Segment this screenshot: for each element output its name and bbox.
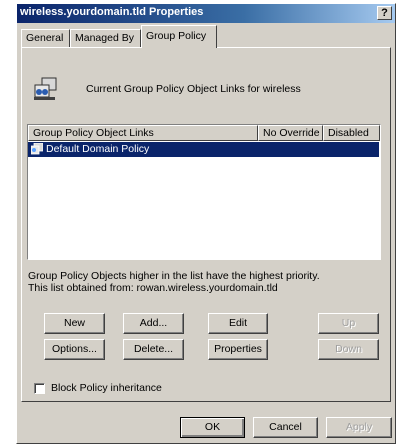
edit-button[interactable]: Edit: [208, 313, 268, 334]
options-button[interactable]: Options...: [44, 339, 105, 360]
ok-button[interactable]: OK: [180, 417, 245, 438]
title-bar[interactable]: wireless.yourdomain.tld Properties ?: [17, 4, 395, 23]
priority-text: Group Policy Objects higher in the list …: [28, 270, 320, 282]
list-item-label: Default Domain Policy: [46, 143, 150, 155]
column-header-disabled[interactable]: Disabled: [323, 125, 380, 141]
delete-button[interactable]: Delete...: [123, 339, 184, 360]
column-header-gpo-links[interactable]: Group Policy Object Links: [28, 125, 258, 141]
priority-info: Group Policy Objects higher in the list …: [28, 270, 320, 294]
apply-button[interactable]: Apply: [326, 417, 392, 438]
down-button[interactable]: Down: [318, 339, 379, 360]
header-text: Current Group Policy Object Links for wi…: [86, 83, 301, 95]
add-button[interactable]: Add...: [123, 313, 184, 334]
group-policy-icon: [34, 77, 57, 100]
help-button[interactable]: ?: [377, 6, 392, 20]
list-item[interactable]: Default Domain Policy: [28, 142, 379, 157]
block-inheritance-checkbox[interactable]: [34, 383, 45, 394]
window-title: wireless.yourdomain.tld Properties: [20, 6, 204, 18]
block-inheritance-label: Block Policy inheritance: [51, 382, 162, 394]
gpo-icon: [31, 143, 43, 155]
column-header-no-override[interactable]: No Override: [258, 125, 323, 141]
new-button[interactable]: New: [44, 313, 105, 334]
tab-managed-by[interactable]: Managed By: [70, 29, 141, 47]
tab-general[interactable]: General: [21, 29, 70, 47]
tab-group-policy[interactable]: Group Policy: [141, 25, 217, 48]
properties-button[interactable]: Properties: [208, 339, 268, 360]
gpo-links-list[interactable]: Group Policy Object Links No Override Di…: [27, 124, 381, 260]
cancel-button[interactable]: Cancel: [253, 417, 318, 438]
obtained-from-text: This list obtained from: rowan.wireless.…: [28, 282, 278, 294]
up-button[interactable]: Up: [318, 313, 379, 334]
